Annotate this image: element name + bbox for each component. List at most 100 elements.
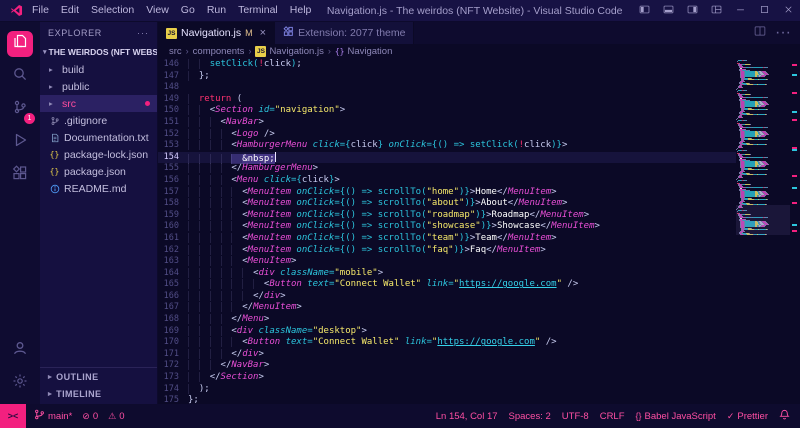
- line-number: 161: [158, 233, 188, 245]
- close-button[interactable]: [776, 0, 800, 22]
- code-line-153[interactable]: 153 <HamburgerMenu click={click} onClick…: [158, 140, 736, 152]
- indent-guide: [199, 302, 210, 312]
- minimap-slider[interactable]: [736, 205, 790, 235]
- indent-guide: [221, 233, 232, 243]
- code-line-167[interactable]: 167 </MenuItem>: [158, 302, 736, 314]
- menu-terminal[interactable]: Terminal: [232, 0, 284, 21]
- code-line-156[interactable]: 156 <Menu click={click}>: [158, 175, 736, 187]
- status-eol[interactable]: CRLF: [600, 411, 625, 422]
- status-notifications[interactable]: [779, 409, 790, 423]
- code-line-149[interactable]: 149 return (: [158, 94, 736, 106]
- status-cursor-position[interactable]: Ln 154, Col 17: [436, 411, 498, 422]
- tab-extension[interactable]: Extension: 2077 theme: [275, 22, 414, 44]
- code-line-158[interactable]: 158 <MenuItem onClick={() => scrollTo("a…: [158, 198, 736, 210]
- code-line-175[interactable]: 175};: [158, 395, 736, 404]
- js-icon: JS: [166, 28, 177, 39]
- maximize-button[interactable]: [752, 0, 776, 22]
- remote-indicator[interactable]: ><: [0, 404, 26, 428]
- close-icon[interactable]: ×: [260, 27, 266, 39]
- tree-item--gitignore[interactable]: .gitignore: [40, 112, 157, 129]
- code-line-166[interactable]: 166 </div>: [158, 291, 736, 303]
- status-language-mode[interactable]: {}Babel JavaScript: [636, 411, 716, 422]
- activity-explorer[interactable]: [0, 27, 40, 60]
- tree-item-src[interactable]: ▸src: [40, 95, 157, 112]
- code-line-170[interactable]: 170 <Button text="Connect Wallet" link="…: [158, 337, 736, 349]
- code-line-173[interactable]: 173 </Section>: [158, 372, 736, 384]
- code-line-161[interactable]: 161 <MenuItem onClick={() => scrollTo("t…: [158, 233, 736, 245]
- code-line-162[interactable]: 162 <MenuItem onClick={() => scrollTo("f…: [158, 245, 736, 257]
- code-line-171[interactable]: 171 </div>: [158, 349, 736, 361]
- code-line-163[interactable]: 163 <MenuItem>: [158, 256, 736, 268]
- status-git-branch[interactable]: main*: [34, 409, 72, 423]
- panel-timeline[interactable]: ▸TIMELINE: [40, 385, 157, 402]
- activity-extensions[interactable]: [0, 159, 40, 192]
- tree-item-public[interactable]: ▸public: [40, 78, 157, 95]
- menu-help[interactable]: Help: [284, 0, 318, 21]
- breadcrumb-components[interactable]: components: [193, 46, 245, 57]
- minimap[interactable]: [736, 58, 790, 404]
- split-editor-icon[interactable]: [754, 24, 766, 42]
- panel-left-button[interactable]: [632, 0, 656, 22]
- code-line-151[interactable]: 151 <NavBar>: [158, 117, 736, 129]
- menu-edit[interactable]: Edit: [55, 0, 85, 21]
- code-line-159[interactable]: 159 <MenuItem onClick={() => scrollTo("r…: [158, 210, 736, 222]
- indent-guide: [199, 105, 210, 115]
- code-line-152[interactable]: 152 <Logo />: [158, 129, 736, 141]
- menu-file[interactable]: File: [26, 0, 55, 21]
- menu-selection[interactable]: Selection: [85, 0, 140, 21]
- breadcrumb-navigation.js[interactable]: JSNavigation.js: [255, 46, 323, 57]
- tabs: JSNavigation.jsM×Extension: 2077 theme: [158, 22, 414, 44]
- status-indentation[interactable]: Spaces: 2: [509, 411, 551, 422]
- activity-manage[interactable]: [0, 367, 40, 400]
- activity-run-debug[interactable]: [0, 126, 40, 159]
- code-line-174[interactable]: 174 );: [158, 384, 736, 396]
- indent-guide: [210, 140, 221, 150]
- menu-run[interactable]: Run: [201, 0, 232, 21]
- code-line-164[interactable]: 164 <div className="mobile">: [158, 268, 736, 280]
- layout-button[interactable]: [704, 0, 728, 22]
- tree-item-package-json[interactable]: {}package.json: [40, 163, 157, 180]
- indent-guide: [221, 129, 232, 139]
- code-line-150[interactable]: 150 <Section id="navigation">: [158, 105, 736, 117]
- indent-guide: [188, 233, 199, 243]
- breadcrumb-src[interactable]: src: [169, 46, 182, 57]
- code-line-147[interactable]: 147 };: [158, 71, 736, 83]
- code-line-168[interactable]: 168 </Menu>: [158, 314, 736, 326]
- code-line-155[interactable]: 155 </HamburgerMenu>: [158, 163, 736, 175]
- activity-accounts[interactable]: [0, 334, 40, 367]
- status-warnings[interactable]: ⚠0: [108, 411, 124, 422]
- branch-icon: [34, 409, 45, 423]
- indent-guide: [188, 326, 199, 336]
- activity-search[interactable]: [0, 60, 40, 93]
- code-line-160[interactable]: 160 <MenuItem onClick={() => scrollTo("s…: [158, 221, 736, 233]
- menu-view[interactable]: View: [140, 0, 175, 21]
- code-line-148[interactable]: 148: [158, 82, 736, 94]
- menu-go[interactable]: Go: [175, 0, 201, 21]
- tree-item-documentation-txt[interactable]: Documentation.txt: [40, 129, 157, 146]
- code-line-172[interactable]: 172 </NavBar>: [158, 360, 736, 372]
- more-actions-icon[interactable]: ···: [775, 24, 791, 42]
- status-encoding[interactable]: UTF-8: [562, 411, 589, 422]
- activity-source-control[interactable]: 1: [0, 93, 40, 126]
- code-line-154[interactable]: 154 &nbsp;: [158, 152, 736, 164]
- code-line-146[interactable]: 146 setClick(!click);: [158, 59, 736, 71]
- code-line-169[interactable]: 169 <div className="desktop">: [158, 326, 736, 338]
- tree-item-package-lock-json[interactable]: {}package-lock.json: [40, 146, 157, 163]
- tree-item-build[interactable]: ▸build: [40, 61, 157, 78]
- breadcrumb-navigation[interactable]: {}Navigation: [335, 46, 393, 57]
- code-editor[interactable]: 146 setClick(!click);147 };148149 return…: [158, 58, 736, 404]
- code-line-157[interactable]: 157 <MenuItem onClick={() => scrollTo("h…: [158, 187, 736, 199]
- panel-outline[interactable]: ▸OUTLINE: [40, 368, 157, 385]
- status-formatter[interactable]: ✓Prettier: [727, 411, 768, 422]
- indent-guide: [188, 256, 199, 266]
- project-section-header[interactable]: ▾ THE WEIRDOS (NFT WEBSITE): [40, 43, 157, 61]
- panel-right-button[interactable]: [680, 0, 704, 22]
- breadcrumb-separator: ›: [248, 46, 251, 56]
- tab-navigation[interactable]: JSNavigation.jsM×: [158, 22, 275, 44]
- status-errors[interactable]: ⊘0: [82, 411, 98, 422]
- panel-bottom-button[interactable]: [656, 0, 680, 22]
- code-line-165[interactable]: 165 <Button text="Connect Wallet" link="…: [158, 279, 736, 291]
- minimize-button[interactable]: [728, 0, 752, 22]
- tree-item-readme-md[interactable]: README.md: [40, 180, 157, 197]
- more-actions-icon[interactable]: ···: [137, 28, 149, 38]
